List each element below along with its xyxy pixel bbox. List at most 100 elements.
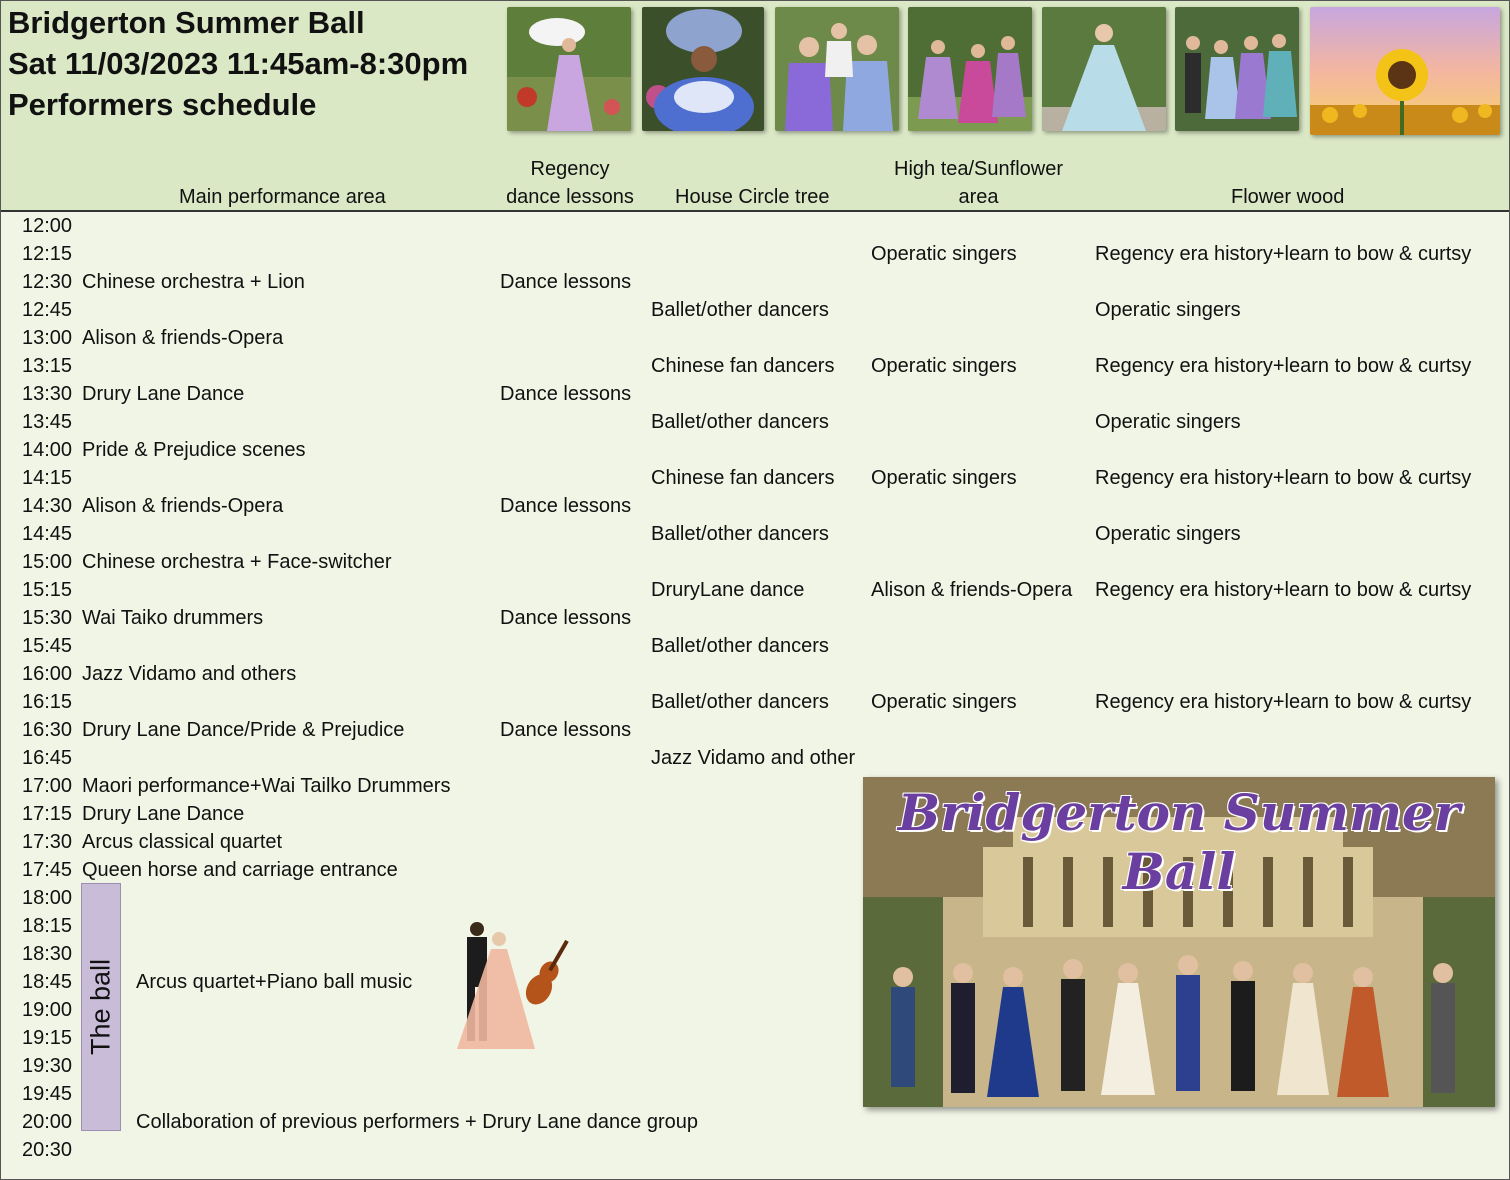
table-row: 14:15 Chinese fan dancers Operatic singers… [1, 464, 1509, 492]
table-row: 20:30 [1, 1136, 1509, 1164]
house-circle-tree-cell: Jazz Vidamo and other [651, 747, 856, 769]
dance-lessons-cell: Dance lessons [500, 495, 632, 517]
column-header-regency-line2: dance lessons [506, 186, 634, 208]
time-cell: 15:45 [22, 635, 73, 657]
time-cell: 18:30 [22, 943, 73, 965]
time-cell: 13:15 [22, 355, 73, 377]
photo-couples-dancing [1175, 7, 1299, 131]
dance-lessons-cell: Dance lessons [500, 271, 632, 293]
main-area-cell: Arcus classical quartet [82, 831, 283, 853]
high-tea-cell: Operatic singers [871, 467, 1017, 489]
table-row: 14:30 Alison & friends-Opera Dance lessons [1, 492, 1509, 520]
header-banner: Bridgerton Summer Ball Sat 11/03/2023 11… [1, 1, 1509, 212]
house-circle-tree-cell: Ballet/other dancers [651, 691, 829, 713]
time-cell: 12:30 [22, 271, 73, 293]
main-area-cell: Alison & friends-Opera [82, 327, 284, 349]
time-cell: 17:45 [22, 859, 73, 881]
table-row: 14:45 Ballet/other dancers Operatic singer… [1, 520, 1509, 548]
page-title: Bridgerton Summer Ball [8, 5, 365, 40]
flower-wood-cell: Operatic singers [1095, 299, 1241, 321]
main-area-cell: Drury Lane Dance/Pride & Prejudice [82, 719, 405, 741]
table-row: 16:45 Jazz Vidamo and other [1, 744, 1509, 772]
finale-text: Collaboration of previous performers + D… [136, 1111, 698, 1133]
time-cell: 17:30 [22, 831, 73, 853]
flower-wood-cell: Regency era history+learn to bow & curts… [1095, 691, 1472, 713]
photo-performer-blue-costume [642, 7, 764, 131]
time-cell: 18:45 [22, 971, 73, 993]
ball-label: The ball [85, 958, 116, 1056]
time-cell: 14:45 [22, 523, 73, 545]
high-tea-cell: Operatic singers [871, 691, 1017, 713]
column-header-tree: House Circle tree [675, 186, 830, 208]
main-area-cell: Chinese orchestra + Lion [82, 271, 305, 293]
house-circle-tree-cell: Chinese fan dancers [651, 355, 835, 377]
table-row: 13:45 Ballet/other dancers Operatic singer… [1, 408, 1509, 436]
house-circle-tree-cell: Ballet/other dancers [651, 299, 829, 321]
poster-title: Bridgerton Summer Ball [897, 783, 1461, 901]
table-row: 13:15 Chinese fan dancers Operatic singers… [1, 352, 1509, 380]
photo-dancers-garden [908, 7, 1032, 131]
photo-three-ladies [775, 7, 899, 131]
house-circle-tree-cell: Ballet/other dancers [651, 411, 829, 433]
time-cell: 13:00 [22, 327, 73, 349]
time-cell: 17:00 [22, 775, 73, 797]
table-row: 15:00 Chinese orchestra + Face-switcher [1, 548, 1509, 576]
time-cell: 20:00 [22, 1111, 73, 1133]
table-row: 13:00 Alison & friends-Opera [1, 324, 1509, 352]
house-circle-tree-cell: Chinese fan dancers [651, 467, 835, 489]
time-cell: 12:00 [22, 215, 73, 237]
table-row: 14:00 Pride & Prejudice scenes [1, 436, 1509, 464]
time-cell: 13:30 [22, 383, 73, 405]
dance-lessons-cell: Dance lessons [500, 607, 632, 629]
time-cell: 18:15 [22, 915, 73, 937]
table-row: 12:30 Chinese orchestra + Lion Dance lesso… [1, 268, 1509, 296]
house-circle-tree-cell: DruryLane dance [651, 579, 805, 601]
photo-lady-blue-gown [1042, 7, 1166, 131]
time-cell: 19:00 [22, 999, 73, 1021]
table-row: 12:45 Ballet/other dancers Operatic singer… [1, 296, 1509, 324]
table-row: 15:45 Ballet/other dancers [1, 632, 1509, 660]
time-cell: 13:45 [22, 411, 73, 433]
time-cell: 16:15 [22, 691, 73, 713]
high-tea-cell: Alison & friends-Opera [871, 579, 1073, 601]
time-cell: 12:15 [22, 243, 73, 265]
main-area-cell: Wai Taiko drummers [82, 607, 264, 629]
high-tea-cell: Operatic singers [871, 243, 1017, 265]
main-area-cell: Maori performance+Wai Tailko Drummers [82, 775, 451, 797]
main-area-cell: Pride & Prejudice scenes [82, 439, 306, 461]
photo-lady-parasol [507, 7, 631, 131]
main-area-cell: Chinese orchestra + Face-switcher [82, 551, 392, 573]
photo-sunflower [1310, 7, 1500, 135]
table-row: 16:30 Drury Lane Dance/Pride & Prejudice D… [1, 716, 1509, 744]
time-cell: 18:00 [22, 887, 73, 909]
time-cell: 12:45 [22, 299, 73, 321]
time-cell: 19:15 [22, 1027, 73, 1049]
column-header-main: Main performance area [179, 186, 386, 208]
time-cell: 15:00 [22, 551, 73, 573]
time-cell: 19:45 [22, 1083, 73, 1105]
flower-wood-cell: Operatic singers [1095, 411, 1241, 433]
ball-music-text: Arcus quartet+Piano ball music [136, 971, 413, 993]
column-header-flower: Flower wood [1231, 186, 1345, 208]
table-row: 15:15 DruryLane dance Alison & friends-Ope… [1, 576, 1509, 604]
table-row: 15:30 Wai Taiko drummers Dance lessons [1, 604, 1509, 632]
column-header-regency-line1: Regency [530, 158, 610, 180]
flower-wood-cell: Regency era history+learn to bow & curts… [1095, 355, 1472, 377]
table-row: 12:15 Operatic singers Regency era history… [1, 240, 1509, 268]
column-header-tea-line2: area [958, 186, 999, 208]
time-cell: 15:30 [22, 607, 73, 629]
house-circle-tree-cell: Ballet/other dancers [651, 523, 829, 545]
schedule-page: Bridgerton Summer Ball Sat 11/03/2023 11… [0, 0, 1510, 1180]
main-area-cell: Queen horse and carriage entrance [82, 859, 398, 881]
event-date-time: Sat 11/03/2023 11:45am-8:30pm [8, 46, 469, 81]
table-row: 13:30 Drury Lane Dance Dance lessons [1, 380, 1509, 408]
time-cell: 19:30 [22, 1055, 73, 1077]
time-cell: 15:15 [22, 579, 73, 601]
time-cell: 17:15 [22, 803, 73, 825]
time-cell: 14:15 [22, 467, 73, 489]
dance-lessons-cell: Dance lessons [500, 383, 632, 405]
dance-lessons-cell: Dance lessons [500, 719, 632, 741]
flower-wood-cell: Regency era history+learn to bow & curts… [1095, 467, 1472, 489]
time-cell: 16:00 [22, 663, 73, 685]
main-area-cell: Jazz Vidamo and others [82, 663, 297, 685]
